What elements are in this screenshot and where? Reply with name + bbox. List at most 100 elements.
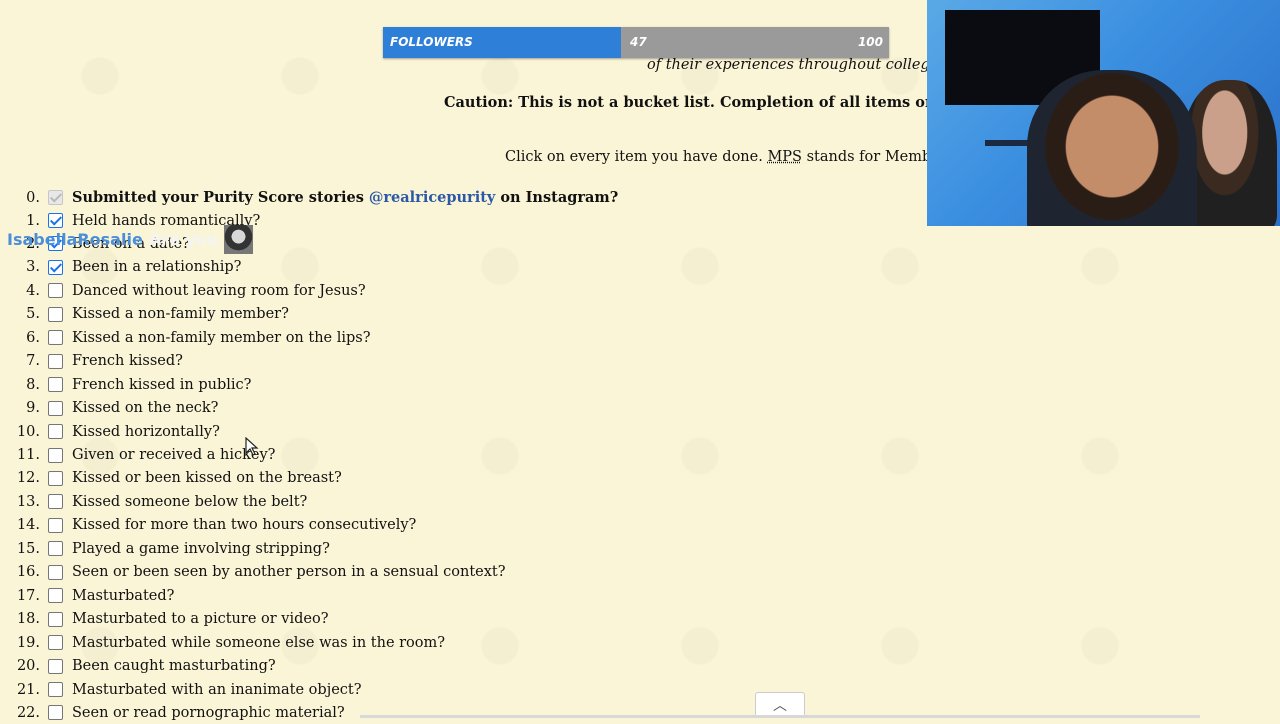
item-checkbox[interactable] xyxy=(48,259,63,275)
horizontal-scrollbar[interactable] xyxy=(360,715,1200,718)
chat-username: IsabellaRosalie xyxy=(7,230,143,249)
item-checkbox[interactable] xyxy=(48,377,63,393)
list-item[interactable]: 17. Masturbated? xyxy=(0,584,174,607)
caution-text: Caution: This is not a bucket list. Comp… xyxy=(444,94,1001,111)
item-label[interactable]: Masturbated while someone else was in th… xyxy=(72,635,445,651)
item-number: 13. xyxy=(16,493,40,510)
item-checkbox[interactable] xyxy=(48,400,63,416)
chat-overlay-message: IsabellaRosalie Are you xyxy=(7,225,254,254)
item-label[interactable]: Seen or been seen by another person in a… xyxy=(72,564,506,580)
webcam-overlay xyxy=(927,0,1280,226)
item-checkbox[interactable] xyxy=(48,705,63,721)
list-item[interactable]: 20. Been caught masturbating? xyxy=(0,655,276,678)
item-label[interactable]: Been caught masturbating? xyxy=(72,658,276,674)
chat-message-text: Are you xyxy=(148,230,219,249)
item-checkbox[interactable] xyxy=(48,330,63,346)
list-item[interactable]: 6. Kissed a non-family member on the lips… xyxy=(0,326,371,349)
list-item[interactable]: 13. Kissed someone below the belt? xyxy=(0,490,307,513)
item-label[interactable]: Kissed a non-family member on the lips? xyxy=(72,330,371,346)
item-number: 0. xyxy=(26,189,40,206)
followers-goal-bar: FOLLOWERS 47 100 xyxy=(383,27,889,58)
item-number: 8. xyxy=(26,376,40,393)
item-checkbox[interactable] xyxy=(48,424,63,440)
item-checkbox xyxy=(48,190,63,205)
item-label[interactable]: Masturbated to a picture or video? xyxy=(72,611,328,627)
item-checkbox[interactable] xyxy=(48,353,63,369)
item-number: 14. xyxy=(16,517,40,534)
item-number: 7. xyxy=(26,353,40,370)
list-item[interactable]: 21. Masturbated with an inanimate object? xyxy=(0,678,362,701)
item-checkbox[interactable] xyxy=(48,306,63,322)
item-label[interactable]: Masturbated with an inanimate object? xyxy=(72,682,362,698)
item-label[interactable]: Been in a relationship? xyxy=(72,259,241,275)
followers-current: 47 xyxy=(630,35,647,49)
list-item[interactable]: 4. Danced without leaving room for Jesus? xyxy=(0,279,366,302)
item-label[interactable]: Kissed for more than two hours consecuti… xyxy=(72,517,416,533)
item-number: 17. xyxy=(16,587,40,604)
item-checkbox[interactable] xyxy=(48,283,63,299)
item-label[interactable]: Kissed or been kissed on the breast? xyxy=(72,470,342,486)
item-number: 18. xyxy=(16,611,40,628)
list-item[interactable]: 3. Been in a relationship? xyxy=(0,256,241,279)
item-number: 11. xyxy=(16,447,40,463)
followers-label: FOLLOWERS xyxy=(390,35,473,49)
item-checkbox[interactable] xyxy=(48,635,63,651)
item-number: 6. xyxy=(26,329,40,346)
item-checkbox[interactable] xyxy=(48,658,63,674)
item-checkbox[interactable] xyxy=(48,470,63,486)
item-number: 20. xyxy=(16,658,40,675)
list-item[interactable]: 9. Kissed on the neck? xyxy=(0,397,218,420)
chat-avatar xyxy=(224,225,254,254)
item-number: 22. xyxy=(16,704,40,721)
item-number: 5. xyxy=(26,306,40,323)
item-number: 10. xyxy=(16,423,40,440)
followers-max: 100 xyxy=(857,35,883,49)
list-item[interactable]: 19. Masturbated while someone else was in… xyxy=(0,631,445,654)
item-checkbox[interactable] xyxy=(48,517,63,533)
item-number: 15. xyxy=(16,540,40,557)
item-label[interactable]: Masturbated? xyxy=(72,588,174,604)
instruction-text: Click on every item you have done. MPS s… xyxy=(505,149,960,165)
item-checkbox[interactable] xyxy=(48,447,63,463)
intro-italic-text: of their experiences throughout college. xyxy=(647,57,943,73)
item-label[interactable]: Kissed on the neck? xyxy=(72,400,218,416)
item-number: 3. xyxy=(26,259,40,276)
item-label[interactable]: Kissed horizontally? xyxy=(72,424,220,440)
item-checkbox[interactable] xyxy=(48,682,63,697)
chevron-up-icon: ︿ xyxy=(773,698,787,714)
list-item[interactable]: 5. Kissed a non-family member? xyxy=(0,303,289,326)
instagram-link[interactable]: @realricepurity xyxy=(369,189,495,206)
item-checkbox[interactable] xyxy=(48,541,63,557)
list-item[interactable]: 12. Kissed or been kissed on the breast? xyxy=(0,467,342,490)
item-label[interactable]: Played a game involving stripping? xyxy=(72,541,330,557)
list-item[interactable]: 16. Seen or been seen by another person i… xyxy=(0,561,506,584)
item-label[interactable]: Seen or read pornographic material? xyxy=(72,705,345,721)
item-number: 12. xyxy=(16,470,40,487)
list-item[interactable]: 22. Seen or read pornographic material? xyxy=(0,701,345,724)
item-checkbox[interactable] xyxy=(48,588,63,604)
list-item[interactable]: 10. Kissed horizontally? xyxy=(0,420,220,443)
list-item[interactable]: 15. Played a game involving stripping? xyxy=(0,537,330,560)
list-item[interactable]: 7. French kissed? xyxy=(0,350,183,373)
item-label[interactable]: Danced without leaving room for Jesus? xyxy=(72,283,366,299)
item-checkbox[interactable] xyxy=(48,611,63,627)
item-number: 4. xyxy=(26,282,40,299)
item-label[interactable]: Kissed a non-family member? xyxy=(72,306,289,322)
list-item[interactable]: 11. Given or received a hickey? xyxy=(0,444,275,467)
item-label: Submitted your Purity Score stories @rea… xyxy=(72,189,619,206)
item-checkbox[interactable] xyxy=(48,564,63,580)
list-item[interactable]: 18. Masturbated to a picture or video? xyxy=(0,608,329,631)
item-label[interactable]: Kissed someone below the belt? xyxy=(72,494,307,510)
item-number: 21. xyxy=(16,681,40,698)
mps-abbreviation: MPS xyxy=(767,149,802,165)
item-number: 19. xyxy=(16,634,40,651)
item-label[interactable]: French kissed? xyxy=(72,353,183,369)
item-checkbox[interactable] xyxy=(48,494,63,510)
list-item[interactable]: 8. French kissed in public? xyxy=(0,373,251,396)
list-item: 0. Submitted your Purity Score stories @… xyxy=(0,186,618,209)
item-number: 9. xyxy=(26,400,40,417)
list-item[interactable]: 14. Kissed for more than two hours consec… xyxy=(0,514,416,537)
item-label[interactable]: French kissed in public? xyxy=(72,377,251,393)
instruction-pre: Click on every item you have done. xyxy=(505,149,768,165)
item-number: 16. xyxy=(16,564,40,581)
